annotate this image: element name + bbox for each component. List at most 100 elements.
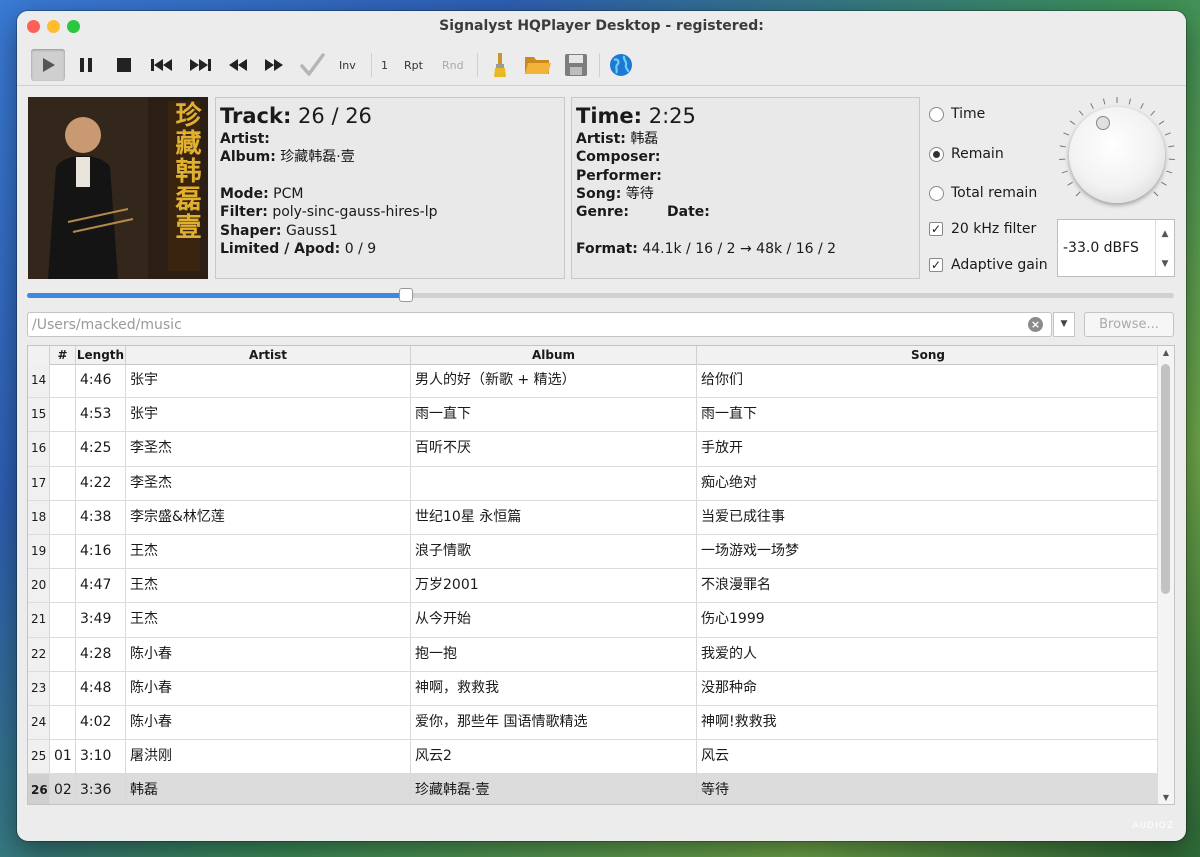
row-song: 不浪漫罪名 [697, 569, 1159, 603]
volume-knob[interactable] [1069, 107, 1165, 203]
row-length: 3:10 [76, 740, 126, 774]
row-artist: 陈小春 [126, 637, 411, 671]
watermark: AUDIOZ [1132, 821, 1174, 831]
repeat-button[interactable]: Rpt [400, 49, 427, 81]
row-length: 4:53 [76, 398, 126, 432]
row-length: 4:16 [76, 535, 126, 569]
row-album: 爱你，那些年 国语情歌精选 [411, 706, 697, 740]
total-remain-radio[interactable] [929, 186, 944, 201]
row-length: 3:49 [76, 603, 126, 637]
scroll-down-icon[interactable]: ▼ [1158, 793, 1174, 802]
row-song: 当爱已成往事 [697, 500, 1159, 534]
format-info: Format: 44.1k / 16 / 2 → 48k / 16 / 2 [576, 241, 837, 257]
row-index: 23 [28, 671, 50, 705]
seek-bar-progress [27, 293, 406, 298]
row-length: 4:22 [76, 466, 126, 500]
row-song: 一场游戏一场梦 [697, 535, 1159, 569]
length-column-header[interactable]: Length [76, 346, 126, 364]
row-number [50, 398, 76, 432]
composer-info: Composer: [576, 149, 661, 165]
table-row[interactable]: 24 4:02 陈小春 爱你，那些年 国语情歌精选 神啊!救救我 [28, 706, 1159, 741]
clear-icon[interactable]: × [1028, 317, 1043, 332]
table-row[interactable]: 14 4:46 张宇 男人的好（新歌 + 精选） 给你们 [28, 364, 1159, 399]
row-album: 从今开始 [411, 603, 697, 637]
row-artist: 韩磊 [126, 774, 411, 804]
row-song: 雨一直下 [697, 398, 1159, 432]
song-artist: Artist: 韩磊 [576, 131, 659, 147]
chevron-down-icon[interactable]: ▼ [1156, 259, 1174, 269]
fast-forward-button[interactable] [257, 49, 291, 81]
row-length: 4:38 [76, 500, 126, 534]
browse-button[interactable]: Browse... [1084, 312, 1174, 337]
row-album: 百听不厌 [411, 432, 697, 466]
single-mode-button[interactable]: 1 [377, 49, 392, 81]
row-number [50, 706, 76, 740]
row-album: 神啊，救救我 [411, 671, 697, 705]
table-row[interactable]: 26 02 3:36 韩磊 珍藏韩磊·壹 等待 [28, 774, 1159, 804]
track-artist: Artist: [220, 131, 270, 147]
path-history-dropdown[interactable]: ▼ [1053, 312, 1075, 337]
next-track-button[interactable] [183, 49, 217, 81]
row-song: 没那种命 [697, 671, 1159, 705]
table-row[interactable]: 25 01 3:10 屠洪刚 风云2 风云 [28, 740, 1159, 775]
shaper-info: Shaper: Gauss1 [220, 223, 338, 239]
table-row[interactable]: 17 4:22 李圣杰 痴心绝对 [28, 466, 1159, 501]
time-radio[interactable] [929, 107, 944, 122]
seek-bar[interactable] [27, 293, 1174, 298]
window-title: Signalyst HQPlayer Desktop - registered: [439, 18, 764, 34]
invert-button[interactable]: Inv [335, 49, 360, 81]
pause-button[interactable] [69, 49, 103, 81]
table-row[interactable]: 21 3:49 王杰 从今开始 伤心1999 [28, 603, 1159, 638]
artist-column-header[interactable]: Artist [126, 346, 411, 364]
volume-stepper[interactable]: ▲ ▼ [1155, 220, 1174, 276]
previous-track-button[interactable] [145, 49, 179, 81]
table-row[interactable]: 20 4:47 王杰 万岁2001 不浪漫罪名 [28, 569, 1159, 604]
filter-info: Filter: poly-sinc-gauss-hires-lp [220, 204, 438, 220]
table-row[interactable]: 15 4:53 张宇 雨一直下 雨一直下 [28, 398, 1159, 433]
row-artist: 陈小春 [126, 671, 411, 705]
pause-icon [80, 58, 92, 72]
volume-tick [1158, 120, 1165, 125]
play-icon [43, 58, 55, 72]
toolbar-separator [477, 53, 478, 77]
row-album: 风云2 [411, 740, 697, 774]
library-path-field[interactable]: /Users/macked/music × [27, 312, 1052, 337]
adaptive-gain-checkbox[interactable]: ✓ [929, 258, 943, 272]
play-button[interactable] [31, 49, 65, 81]
table-row[interactable]: 22 4:28 陈小春 抱一抱 我爱的人 [28, 637, 1159, 672]
row-index: 24 [28, 706, 50, 740]
row-artist: 张宇 [126, 398, 411, 432]
random-button[interactable]: Rnd [438, 49, 468, 81]
table-row[interactable]: 23 4:48 陈小春 神啊，救救我 没那种命 [28, 671, 1159, 706]
song-column-header[interactable]: Song [697, 346, 1159, 364]
seek-bar-handle[interactable] [398, 288, 413, 302]
save-icon [565, 54, 587, 76]
row-index: 19 [28, 535, 50, 569]
save-button[interactable] [559, 49, 593, 81]
filter-20khz-checkbox[interactable]: ✓ [929, 222, 943, 236]
playlist-scrollbar[interactable]: ▲ ▼ [1157, 346, 1174, 804]
table-row[interactable]: 18 4:38 李宗盛&林忆莲 世纪10星 永恒篇 当爱已成往事 [28, 500, 1159, 535]
scroll-up-icon[interactable]: ▲ [1158, 348, 1174, 357]
settings-button[interactable] [483, 49, 517, 81]
table-row[interactable]: 16 4:25 李圣杰 百听不厌 手放开 [28, 432, 1159, 467]
rewind-button[interactable] [221, 49, 255, 81]
row-index: 18 [28, 500, 50, 534]
remain-radio[interactable] [929, 147, 944, 162]
volume-spinbox[interactable]: -33.0 dBFS ▲ ▼ [1057, 219, 1175, 277]
network-button[interactable] [604, 49, 638, 81]
volume-tick [1061, 170, 1068, 174]
row-index: 14 [28, 364, 50, 398]
chevron-up-icon[interactable]: ▲ [1156, 229, 1174, 239]
scrollbar-thumb[interactable] [1161, 364, 1170, 594]
row-length: 4:25 [76, 432, 126, 466]
open-folder-button[interactable] [521, 49, 555, 81]
number-column-header[interactable]: # [50, 346, 76, 364]
toolbar-separator [599, 53, 600, 77]
globe-icon [610, 54, 632, 76]
stop-button[interactable] [107, 49, 141, 81]
album-column-header[interactable]: Album [411, 346, 697, 364]
row-artist: 屠洪刚 [126, 740, 411, 774]
check-button[interactable] [295, 49, 329, 81]
table-row[interactable]: 19 4:16 王杰 浪子情歌 一场游戏一场梦 [28, 535, 1159, 570]
